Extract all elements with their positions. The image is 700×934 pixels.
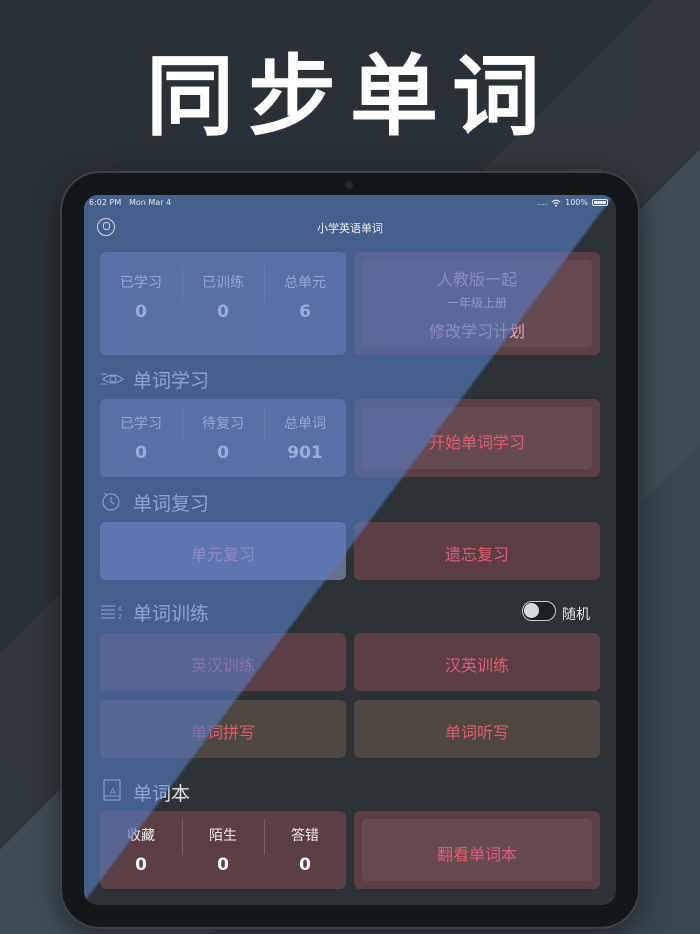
edit-plan-button[interactable]: 修改学习计划 [354, 318, 600, 342]
stat-learned: 已学习 0 [100, 258, 182, 322]
hero-title: 同步单词 [145, 45, 554, 148]
stat-label: 收藏 [127, 828, 155, 844]
stat-value: 0 [135, 302, 147, 322]
section-title-word-review: 单词复习 [133, 493, 210, 515]
cn-en-training-button[interactable]: 汉英训练 [354, 633, 600, 691]
dictation-label: 单词听写 [444, 723, 509, 742]
stat-value: 6 [299, 302, 311, 322]
svg-text:A: A [110, 787, 116, 796]
en-cn-training-button[interactable]: 英汉训练 [100, 633, 346, 691]
stat-value: 0 [217, 443, 229, 463]
stat-label: 已学习 [120, 275, 162, 291]
unit-review-button[interactable]: 单元复习 [100, 522, 346, 580]
status-right: .... 100% [537, 198, 608, 207]
stat-wrong: 答错 0 [264, 811, 346, 875]
sort-az-icon: A Z [101, 605, 123, 620]
plan-edition: 人教版一起 [436, 270, 517, 289]
word-book-stats: 收藏 0 陌生 0 答错 0 [100, 811, 346, 875]
camera [345, 181, 353, 189]
stat-units: 总单元 6 [264, 258, 346, 322]
open-word-book-label: 翻看单词本 [436, 845, 517, 864]
toggle-knob [524, 603, 539, 618]
en-cn-training-label: 英汉训练 [190, 656, 255, 675]
svg-text:A: A [118, 606, 123, 613]
stat-label: 总单元 [284, 275, 326, 291]
section-title-word-study: 单词学习 [133, 370, 210, 392]
stat-unfamiliar: 陌生 0 [182, 811, 264, 875]
status-date: Mon Mar 4 [129, 198, 172, 207]
plan-card[interactable]: 人教版一起 一年级上册 修改学习计划 [354, 252, 600, 355]
stat-total-words: 总单词 901 [264, 399, 346, 463]
signal-indicator: .... [536, 198, 548, 207]
stat-to-review: 待复习 0 [182, 399, 264, 463]
status-time: 6:02 PM [89, 198, 122, 207]
stat-label: 待复习 [202, 416, 244, 432]
spelling-label: 单词拼写 [190, 723, 255, 742]
stat-trained: 已训练 0 [182, 258, 264, 322]
stat-label: 答错 [291, 828, 319, 844]
section-title-word-book: 单词本 [133, 783, 191, 805]
section-title-word-training: 单词训练 [133, 603, 210, 625]
battery-icon [592, 199, 608, 206]
random-toggle[interactable] [522, 601, 556, 621]
clock-icon [102, 492, 120, 511]
dictation-button[interactable]: 单词听写 [354, 700, 600, 758]
plan-grade: 一年级上册 [446, 296, 507, 310]
unit-review-label: 单元复习 [190, 545, 255, 564]
eye-icon [101, 373, 124, 385]
overview-stats-card: 已学习 0 已训练 0 总单元 6 [100, 252, 346, 355]
stat-label: 已训练 [202, 275, 244, 291]
word-book-stats-card: 收藏 0 陌生 0 答错 0 [100, 811, 346, 889]
nav-title: 小学英语单词 [317, 222, 383, 235]
word-study-stats: 已学习 0 待复习 0 总单词 901 [100, 399, 346, 463]
status-bar: 6:02 PM Mon Mar 4 .... 100% [84, 195, 616, 211]
battery-percent: 100% [565, 198, 588, 207]
overview-stats: 已学习 0 已训练 0 总单元 6 [100, 258, 346, 322]
forget-review-button[interactable]: 遗忘复习 [354, 522, 600, 580]
stat-value: 0 [299, 855, 311, 875]
stat-value: 0 [217, 302, 229, 322]
stat-label: 已学习 [120, 416, 162, 432]
app-screen: 6:02 PM Mon Mar 4 .... 100% 小学英语单词 已学习 0… [84, 195, 616, 905]
start-word-study-label: 开始单词学习 [428, 433, 525, 452]
start-word-study-button[interactable]: 开始单词学习 [354, 399, 600, 477]
book-icon: A [103, 779, 121, 801]
nav-bar: 小学英语单词 [84, 211, 616, 241]
random-label: 随机 [562, 607, 590, 623]
stat-label: 总单词 [284, 416, 326, 432]
stat-value: 0 [217, 855, 229, 875]
spelling-button[interactable]: 单词拼写 [100, 700, 346, 758]
svg-text:Z: Z [118, 614, 122, 620]
stat-learned: 已学习 0 [100, 399, 182, 463]
word-study-stats-card: 已学习 0 待复习 0 总单词 901 [100, 399, 346, 477]
stat-value: 901 [287, 443, 323, 463]
stat-value: 0 [135, 855, 147, 875]
wifi-icon [551, 199, 561, 207]
open-word-book-button[interactable]: 翻看单词本 [354, 811, 600, 889]
stat-label: 陌生 [209, 828, 237, 844]
forget-review-label: 遗忘复习 [444, 545, 509, 564]
stat-favorites: 收藏 0 [100, 811, 182, 875]
stat-value: 0 [135, 443, 147, 463]
cn-en-training-label: 汉英训练 [444, 656, 509, 675]
